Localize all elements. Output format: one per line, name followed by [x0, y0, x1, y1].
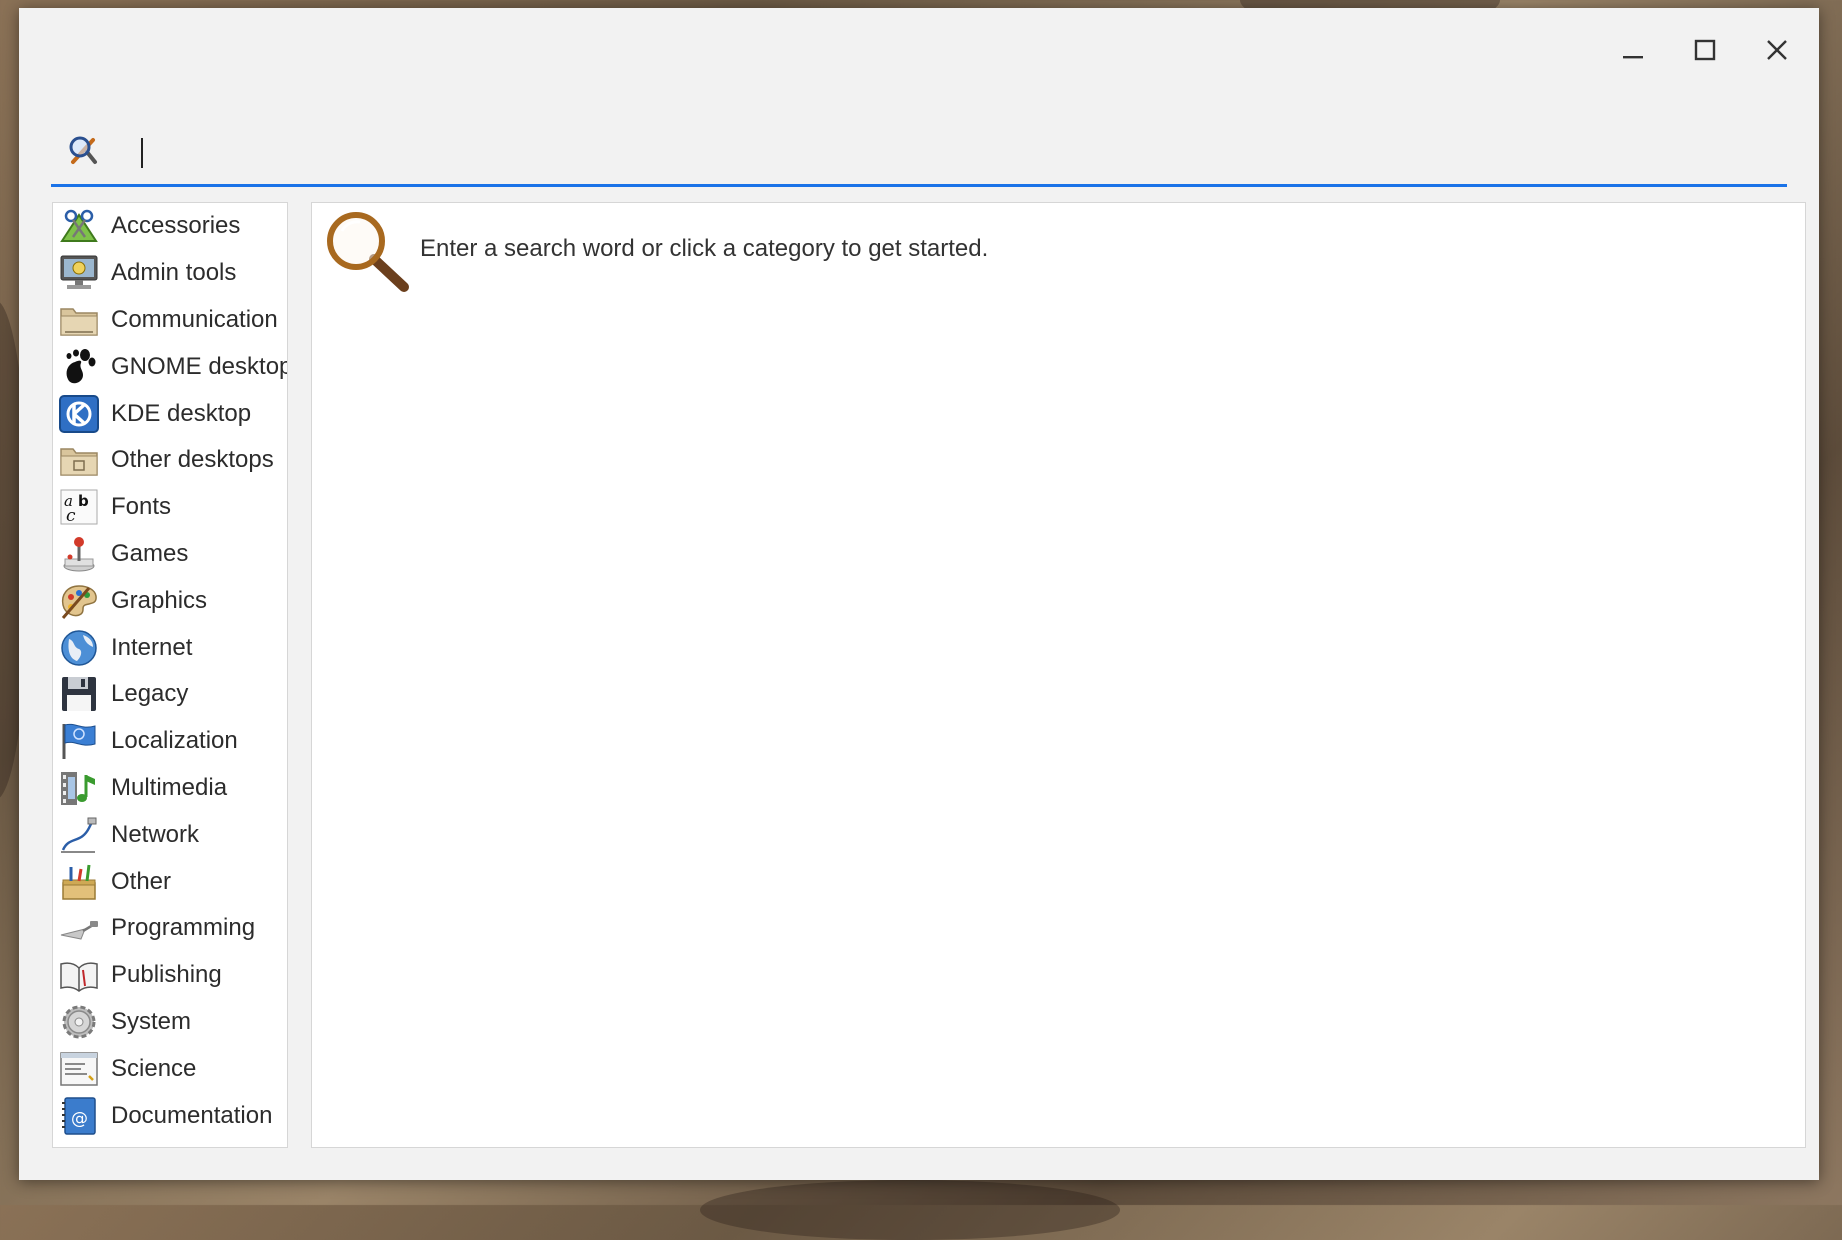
category-item-publishing[interactable]: Publishing [53, 952, 287, 999]
search-input[interactable] [109, 130, 1769, 170]
category-item-gnome-desktop[interactable]: GNOME desktop [53, 343, 287, 390]
category-item-localization[interactable]: Localization [53, 718, 287, 765]
category-item-games[interactable]: Games [53, 531, 287, 578]
category-label: System [111, 1007, 192, 1035]
svg-text:b: b [78, 492, 89, 510]
category-item-accessories[interactable]: Accessories [53, 203, 287, 250]
category-item-multimedia[interactable]: Multimedia [53, 765, 287, 812]
category-label: Legacy [111, 680, 189, 708]
category-item-kde-desktop[interactable]: KDE desktop [53, 390, 287, 437]
category-label: Other [111, 867, 172, 895]
joystick-icon [63, 536, 95, 572]
book-icon [60, 962, 98, 993]
fonts-icon: a b c [60, 489, 98, 526]
category-label: Documentation [111, 1101, 273, 1129]
accessories-icon [60, 210, 98, 243]
minimize-button[interactable] [1611, 28, 1655, 72]
category-label: Accessories [111, 212, 241, 240]
category-label: Multimedia [111, 773, 228, 801]
category-item-system[interactable]: System [53, 999, 287, 1046]
svg-text:@: @ [71, 1109, 88, 1129]
category-label: Games [111, 539, 189, 567]
category-item-network[interactable]: Network [53, 811, 287, 858]
category-item-communication[interactable]: Communication [53, 297, 287, 344]
category-label: Science [111, 1054, 197, 1082]
category-item-internet[interactable]: Internet [53, 624, 287, 671]
category-item-documentation[interactable]: @ Documentation [53, 1092, 287, 1139]
network-icon [61, 817, 97, 853]
category-item-fonts[interactable]: a b c Fonts [53, 484, 287, 531]
toolbox-icon [62, 864, 96, 900]
category-label: Graphics [111, 586, 208, 614]
category-item-other[interactable]: Other [53, 858, 287, 905]
category-label: Fonts [111, 493, 172, 521]
documentation-icon: @ [62, 1096, 96, 1135]
globe-icon [61, 629, 97, 666]
other-desktops-icon [60, 448, 98, 477]
app-window: Accessories Admin tools Communication GN… [19, 8, 1819, 1180]
category-label: GNOME desktop [111, 352, 288, 380]
search-bar [51, 120, 1787, 187]
category-item-graphics[interactable]: Graphics [53, 577, 287, 624]
communication-icon [60, 308, 98, 336]
category-label: Programming [111, 914, 256, 942]
category-label: KDE desktop [111, 399, 252, 427]
empty-state-hint: Enter a search word or click a category … [420, 235, 989, 262]
maximize-icon [1694, 39, 1716, 61]
category-item-admin-tools[interactable]: Admin tools [53, 250, 287, 297]
category-label: Other desktops [111, 446, 274, 474]
trowel-icon [60, 921, 98, 940]
magnifier-icon [327, 212, 409, 292]
kde-icon [59, 394, 99, 433]
category-item-other-desktops[interactable]: Other desktops [53, 437, 287, 484]
close-icon [1767, 40, 1787, 60]
flag-icon [62, 724, 96, 760]
category-label: Network [111, 820, 200, 848]
admin-tools-icon [60, 255, 98, 290]
svg-text:c: c [66, 506, 76, 526]
desktop-background-bottom [700, 1180, 1120, 1240]
category-item-programming[interactable]: Programming [53, 905, 287, 952]
category-list: Accessories Admin tools Communication GN… [52, 202, 288, 1148]
close-button[interactable] [1755, 28, 1799, 72]
search-tools-icon [69, 136, 97, 164]
category-item-science[interactable]: Science [53, 1045, 287, 1092]
minimize-icon [1623, 56, 1643, 59]
gnome-foot-icon [66, 348, 96, 384]
category-label: Admin tools [111, 259, 237, 287]
maximize-button[interactable] [1683, 28, 1727, 72]
category-label: Localization [111, 727, 238, 755]
category-item-legacy[interactable]: Legacy [53, 671, 287, 718]
floppy-disk-icon [62, 677, 96, 712]
multimedia-icon [61, 771, 95, 805]
category-label: Communication [111, 305, 278, 333]
results-panel: Enter a search word or click a category … [311, 202, 1806, 1148]
category-label: Internet [111, 633, 193, 661]
gear-icon [62, 1005, 96, 1039]
palette-icon [61, 585, 97, 619]
science-icon [60, 1051, 98, 1086]
category-label: Publishing [111, 961, 222, 989]
